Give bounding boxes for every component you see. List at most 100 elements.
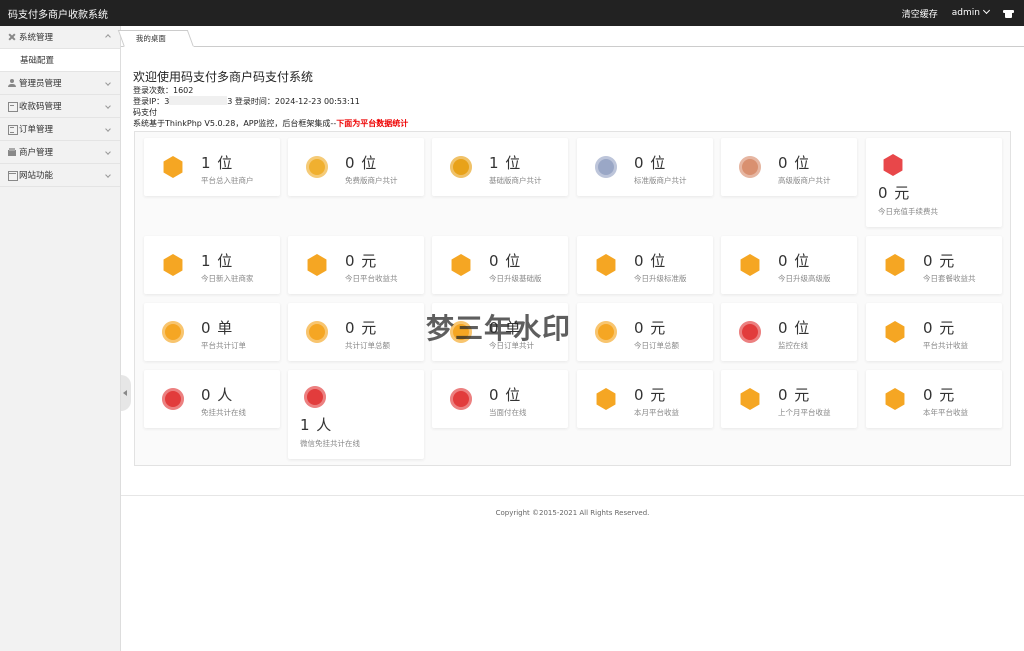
login-ip-label: 登录IP： xyxy=(133,97,165,106)
stat-card: 0 位免费版商户共计 xyxy=(288,138,424,196)
login-count-label: 登录次数： xyxy=(133,86,173,95)
login-count: 1602 xyxy=(173,86,194,95)
login-ip-suffix: 3 xyxy=(227,97,233,106)
stat-value: 0 位 xyxy=(489,252,522,270)
stat-card: 0 位高级版商户共计 xyxy=(721,138,857,196)
stat-label: 平台共计订单 xyxy=(201,341,246,350)
tab-my-desktop[interactable]: 我的桌面 xyxy=(117,30,194,47)
stat-label: 平台总入驻商户 xyxy=(201,176,254,185)
user-menu[interactable]: admin xyxy=(951,6,991,18)
stat-value: 0 位 xyxy=(345,154,378,172)
stat-label: 本月平台收益 xyxy=(634,408,679,417)
vip-hex-icon xyxy=(596,254,616,276)
app-title: 码支付多商户收款系统 xyxy=(8,9,108,21)
sidebar-item-merchants[interactable]: 商户管理 xyxy=(0,141,120,164)
gold-hex-icon xyxy=(885,321,905,343)
stat-card: 0 位今日升级基础版 xyxy=(432,236,568,294)
stat-card: 0 单平台共计订单 xyxy=(144,303,280,361)
stats-notice: 下面为平台数据统计 xyxy=(336,119,409,128)
stat-card: 0 位当面付在线 xyxy=(432,370,568,428)
red-medal-icon xyxy=(304,386,326,408)
stat-card: 0 元共计订单总额 xyxy=(288,303,424,361)
gold-hex-icon xyxy=(885,388,905,410)
top-bar-actions: 清空缓存 admin xyxy=(902,6,1014,20)
stat-label: 共计订单总额 xyxy=(345,341,390,350)
sidebar-item-qrcodes[interactable]: 收款码管理 xyxy=(0,95,120,118)
sidebar-item-website[interactable]: 网站功能 xyxy=(0,164,120,187)
system-info: 系统基于ThinkPhp V5.0.28，APP监控，后台框架集成-- xyxy=(133,119,337,128)
watermark: 梦三年水印 xyxy=(426,312,572,345)
gold-shield-icon xyxy=(163,254,183,276)
welcome-block: 欢迎使用码支付多商户码支付系统 登录次数：1602 登录IP：3 3 登录时间：2… xyxy=(133,69,733,129)
top-bar: 码支付多商户收款系统 清空缓存 admin xyxy=(0,0,1024,26)
sidebar-item-label: 管理员管理 xyxy=(19,79,62,89)
stat-label: 当面付在线 xyxy=(489,408,527,417)
shop-icon xyxy=(8,148,16,156)
chevron-down-icon xyxy=(105,80,111,86)
stat-card: 0 元今日平台收益共 xyxy=(288,236,424,294)
gold-medal-icon xyxy=(306,321,328,343)
stat-label: 今日升级高级版 xyxy=(778,274,831,283)
system-info-line: 系统基于ThinkPhp V5.0.28，APP监控，后台框架集成--下面为平台… xyxy=(133,118,733,129)
stat-label: 高级版商户共计 xyxy=(778,176,831,185)
stats-panel: 1 位平台总入驻商户 0 位免费版商户共计 1 位基础版商户共计 0 位标准版商户共计… xyxy=(134,131,1011,466)
sidebar-item-label: 订单管理 xyxy=(19,125,54,135)
red-medal-icon xyxy=(450,388,472,410)
sidebar-item-system[interactable]: 系统管理 xyxy=(0,26,120,49)
stat-value: 0 位 xyxy=(634,252,667,270)
stat-card: 0 位监控在线 xyxy=(721,303,857,361)
user-icon xyxy=(8,79,16,87)
sidebar-subitem-basic-config[interactable]: 基础配置 xyxy=(0,49,120,72)
red-medal-icon xyxy=(739,321,761,343)
stat-value: 1 位 xyxy=(201,154,234,172)
clear-cache-label: 清空缓存 xyxy=(901,9,938,20)
vip-hex-icon xyxy=(740,254,760,276)
stat-label: 本年平台收益 xyxy=(923,408,968,417)
stat-card: 0 位标准版商户共计 xyxy=(577,138,713,196)
stat-label: 微信免挂共计在线 xyxy=(300,439,360,448)
stat-value: 0 位 xyxy=(634,154,667,172)
footer: Copyright ©2015-2021 All Rights Reserved… xyxy=(495,509,650,517)
redacted-ip xyxy=(169,96,228,105)
sidebar-item-orders[interactable]: 订单管理 xyxy=(0,118,120,141)
stat-label: 免费版商户共计 xyxy=(345,176,398,185)
stat-label: 今日套餐收益共 xyxy=(923,274,976,283)
chevron-down-icon xyxy=(105,103,111,109)
sidebar-subitem-label: 基础配置 xyxy=(20,56,55,66)
user-name: admin xyxy=(951,8,980,18)
red-hex-icon xyxy=(883,154,903,176)
stat-card: 1 位平台总入驻商户 xyxy=(144,138,280,196)
shirt-icon[interactable] xyxy=(1003,9,1014,18)
sidebar-item-label: 收款码管理 xyxy=(19,102,62,112)
stat-label: 今日订单总额 xyxy=(634,341,679,350)
ribbon-badge-icon xyxy=(450,156,472,178)
stat-card: 0 元上个月平台收益 xyxy=(721,370,857,428)
chevron-down-icon xyxy=(105,149,111,155)
product-line: 码支付 xyxy=(133,108,157,117)
gold-medal-icon xyxy=(595,321,617,343)
stat-value: 0 元 xyxy=(923,319,956,337)
stat-value: 0 位 xyxy=(778,154,811,172)
vip-hex-icon xyxy=(451,254,471,276)
box-icon xyxy=(8,102,18,112)
stat-card: 0 位今日升级高级版 xyxy=(721,236,857,294)
clear-cache-button[interactable]: 清空缓存 xyxy=(902,7,938,20)
stat-value: 0 元 xyxy=(778,386,811,404)
sidebar: 系统管理 基础配置 管理员管理 收款码管理 订单管理 商户管理 网站功能 xyxy=(0,26,121,651)
tab-label: 我的桌面 xyxy=(135,34,166,43)
sidebar-item-admins[interactable]: 管理员管理 xyxy=(0,72,120,95)
stat-card: 1 位基础版商户共计 xyxy=(432,138,568,196)
stat-value: 0 元 xyxy=(634,386,667,404)
web-icon xyxy=(8,171,18,181)
stat-card: 0 人免挂共计在线 xyxy=(144,370,280,428)
stat-label: 标准版商户共计 xyxy=(634,176,687,185)
stat-value: 0 元 xyxy=(345,319,378,337)
stat-label: 上个月平台收益 xyxy=(778,408,831,417)
login-count-line: 登录次数：1602 xyxy=(133,85,733,96)
welcome-title: 欢迎使用码支付多商户码支付系统 xyxy=(133,70,314,84)
stat-value: 0 单 xyxy=(201,319,234,337)
gold-hex-icon xyxy=(307,254,327,276)
stat-label: 平台共计收益 xyxy=(923,341,968,350)
stat-value: 1 位 xyxy=(489,154,522,172)
sidebar-collapse-handle[interactable] xyxy=(121,375,131,411)
